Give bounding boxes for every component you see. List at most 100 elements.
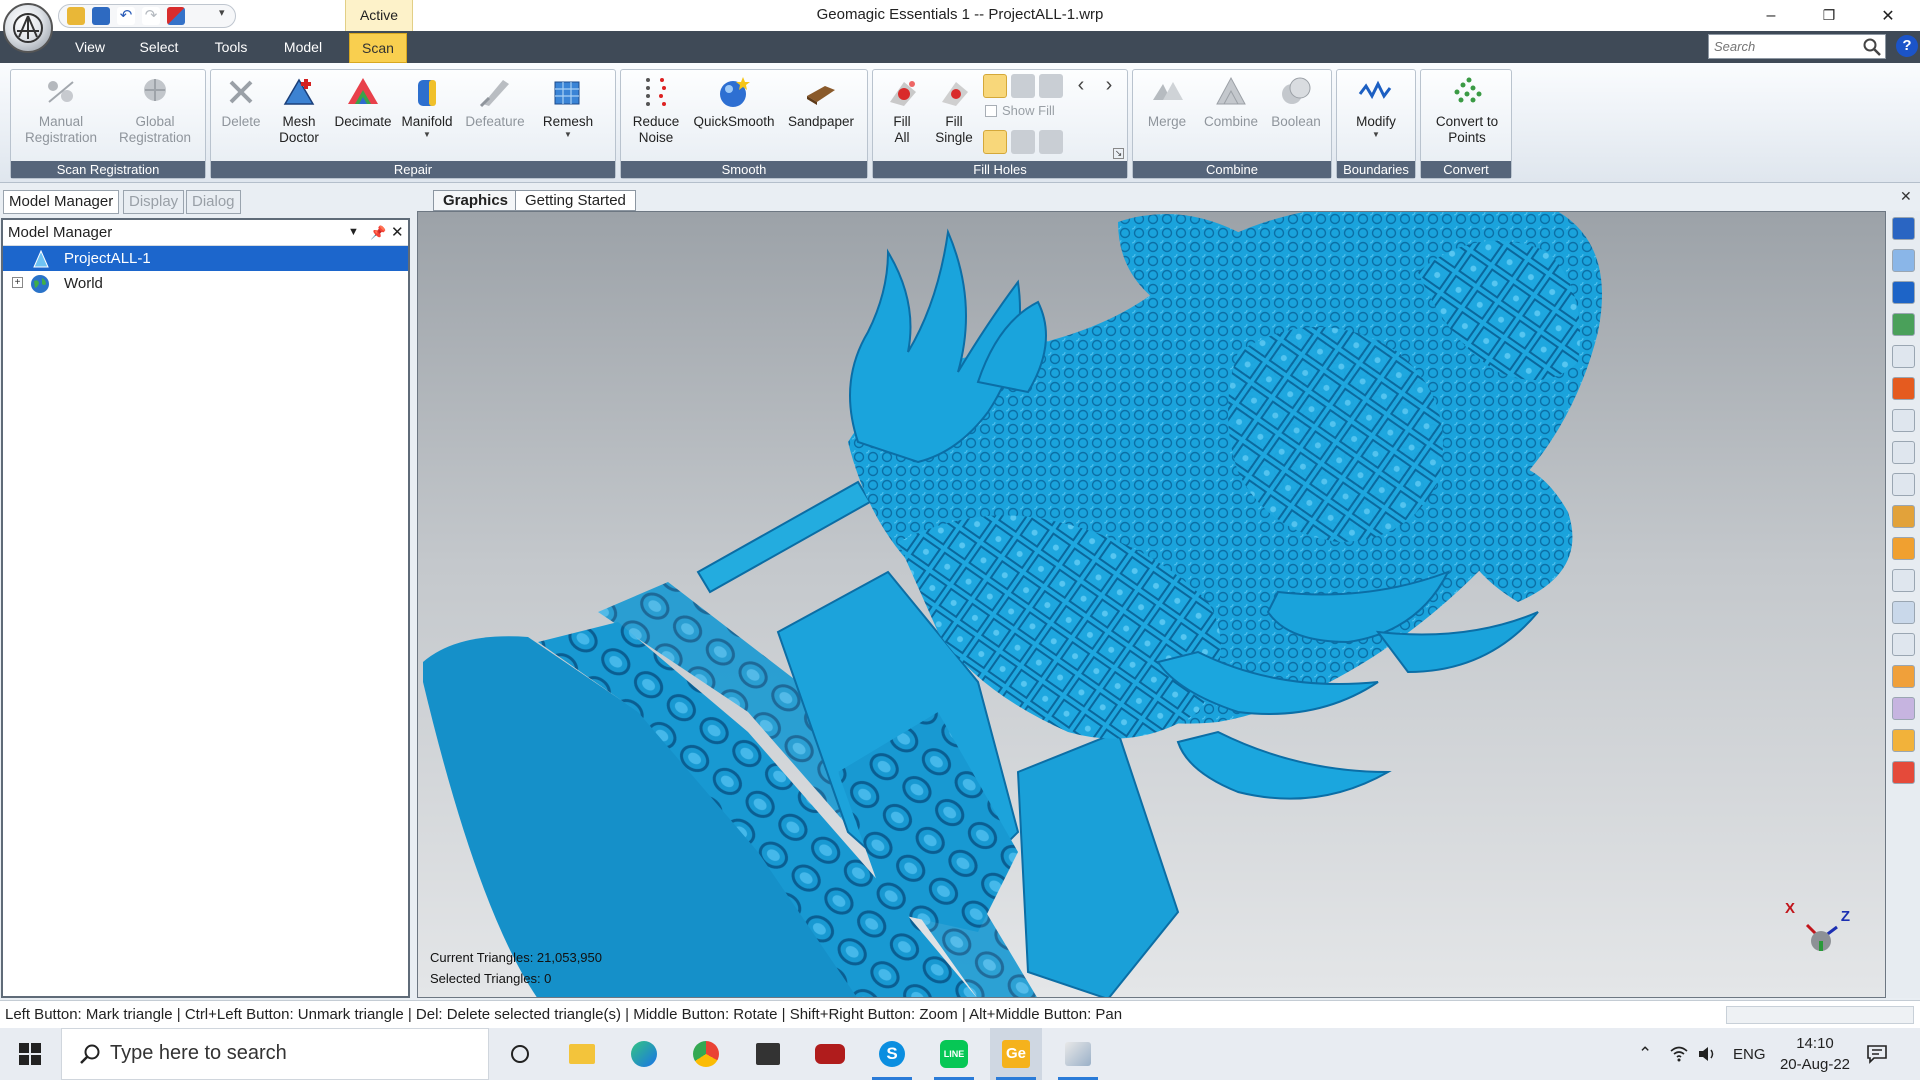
minimize-button[interactable]: – xyxy=(1743,0,1799,31)
rotate-view-icon[interactable] xyxy=(1892,249,1915,272)
select-none-icon[interactable] xyxy=(1892,697,1915,720)
fill-all-button[interactable]: Fill All xyxy=(877,72,927,160)
line-select-icon[interactable] xyxy=(1892,473,1915,496)
taskbar-skype[interactable]: S xyxy=(866,1028,918,1080)
taskbar-geomagic[interactable]: Ge xyxy=(990,1028,1042,1080)
manual-registration-button[interactable]: Manual Registration xyxy=(15,72,107,160)
remesh-dropdown-icon[interactable]: ▼ xyxy=(533,130,603,139)
fill-flat-icon[interactable] xyxy=(1039,74,1063,98)
taskbar-paint-app[interactable] xyxy=(1052,1028,1104,1080)
options-icon[interactable] xyxy=(167,7,185,25)
notifications-button[interactable] xyxy=(1866,1028,1888,1080)
clear-selection-icon[interactable] xyxy=(1892,761,1915,784)
select-by-angle-icon[interactable] xyxy=(1892,633,1915,656)
taskbar-file-explorer[interactable] xyxy=(556,1028,608,1080)
help-icon[interactable]: ? xyxy=(1896,35,1918,57)
menu-view[interactable]: View xyxy=(70,31,110,63)
rectangle-select-icon[interactable] xyxy=(1892,409,1915,432)
merge-button[interactable]: Merge xyxy=(1137,72,1197,160)
invert-selection-icon[interactable] xyxy=(1892,729,1915,752)
previous-hole-icon[interactable]: ‹ xyxy=(1069,74,1093,98)
graphics-viewport[interactable]: Current Triangles: 21,053,950 Selected T… xyxy=(417,211,1886,998)
show-fill-box[interactable] xyxy=(985,105,997,117)
boolean-button[interactable]: Boolean xyxy=(1265,72,1327,160)
reduce-noise-button[interactable]: Reduce Noise xyxy=(625,72,687,160)
pin-icon[interactable]: 📌 xyxy=(370,220,386,245)
modify-button[interactable]: Modify ▼ xyxy=(1341,72,1411,160)
volume-icon[interactable] xyxy=(1697,1028,1717,1080)
app-logo-icon[interactable] xyxy=(3,3,53,53)
scanned-mesh-model[interactable] xyxy=(418,212,1886,998)
decimate-button[interactable]: Decimate xyxy=(331,72,395,160)
close-button[interactable]: ✕ xyxy=(1860,0,1916,31)
fill-internal-icon[interactable] xyxy=(983,130,1007,154)
tab-display[interactable]: Display xyxy=(123,190,185,214)
modify-dropdown-icon[interactable]: ▼ xyxy=(1341,130,1411,139)
start-button[interactable] xyxy=(0,1028,60,1080)
menu-select[interactable]: Select xyxy=(135,31,183,63)
fill-boundary-icon[interactable] xyxy=(1039,130,1063,154)
search-input[interactable] xyxy=(1709,35,1859,57)
fill-complete-icon[interactable] xyxy=(983,74,1007,98)
mesh-doctor-button[interactable]: Mesh Doctor xyxy=(269,72,329,160)
task-view-button[interactable] xyxy=(494,1028,546,1080)
save-icon[interactable] xyxy=(92,7,110,25)
tab-model-manager[interactable]: Model Manager xyxy=(3,190,120,214)
remesh-button[interactable]: Remesh ▼ xyxy=(533,72,603,160)
select-components-icon[interactable] xyxy=(1892,601,1915,624)
menu-model[interactable]: Model xyxy=(278,31,328,63)
visibility-icon[interactable] xyxy=(1892,313,1915,336)
redo-icon[interactable]: ↷ xyxy=(142,7,160,25)
fill-single-button[interactable]: Fill Single xyxy=(929,72,979,160)
context-tab-active[interactable]: Active xyxy=(345,0,413,31)
select-through-icon[interactable] xyxy=(1892,537,1915,560)
taskbar-chrome[interactable] xyxy=(680,1028,732,1080)
next-hole-icon[interactable]: › xyxy=(1097,74,1121,98)
tab-graphics[interactable]: Graphics xyxy=(433,190,519,211)
taskbar-scanner-app[interactable] xyxy=(804,1028,856,1080)
fit-view-icon[interactable] xyxy=(1892,281,1915,304)
tab-getting-started[interactable]: Getting Started xyxy=(515,190,636,211)
network-icon[interactable] xyxy=(1669,1028,1689,1080)
convert-to-points-button[interactable]: Convert to Points xyxy=(1425,72,1509,160)
sandpaper-button[interactable]: Sandpaper xyxy=(781,72,861,160)
show-hidden-icons[interactable]: ⌃ xyxy=(1638,1028,1652,1080)
defeature-button[interactable]: Defeature xyxy=(459,72,531,160)
view-orientation-icon[interactable] xyxy=(1892,217,1915,240)
taskbar-store[interactable] xyxy=(742,1028,794,1080)
zoom-icon[interactable] xyxy=(1892,345,1915,368)
language-indicator[interactable]: ENG xyxy=(1733,1028,1766,1080)
taskbar-clock[interactable]: 14:10 20-Aug-22 xyxy=(1770,1033,1860,1075)
qat-customize-icon[interactable]: ▾ xyxy=(219,6,225,19)
select-visible-icon[interactable] xyxy=(1892,569,1915,592)
fill-holes-dialog-launcher-icon[interactable]: ↘ xyxy=(1113,148,1124,159)
search-field[interactable] xyxy=(1708,34,1886,59)
expand-icon[interactable]: + xyxy=(12,277,23,288)
manifold-button[interactable]: Manifold ▼ xyxy=(397,72,457,160)
fill-tangent-icon[interactable] xyxy=(1011,74,1035,98)
tab-dialog[interactable]: Dialog xyxy=(186,190,241,214)
panel-close-icon[interactable]: ✕ xyxy=(391,220,404,245)
lasso-select-icon[interactable] xyxy=(1892,441,1915,464)
taskbar-line[interactable]: LINE xyxy=(928,1028,980,1080)
restore-button[interactable]: ❐ xyxy=(1801,0,1857,31)
lighting-icon[interactable] xyxy=(1892,377,1915,400)
combine-button[interactable]: Combine xyxy=(1199,72,1263,160)
menu-scan[interactable]: Scan xyxy=(349,33,407,63)
fill-bridge-icon[interactable] xyxy=(1011,130,1035,154)
tree-item-projectall-1[interactable]: ProjectALL-1 xyxy=(3,246,408,271)
paintbrush-select-icon[interactable] xyxy=(1892,505,1915,528)
manifold-dropdown-icon[interactable]: ▼ xyxy=(397,130,457,139)
graphics-close-icon[interactable]: ✕ xyxy=(1900,188,1912,205)
quicksmooth-button[interactable]: QuickSmooth xyxy=(689,72,779,160)
search-icon[interactable] xyxy=(1862,37,1882,57)
panel-menu-icon[interactable]: ▼ xyxy=(348,220,359,245)
taskbar-edge[interactable] xyxy=(618,1028,670,1080)
show-fill-checkbox[interactable]: Show Fill xyxy=(985,103,1055,118)
delete-button[interactable]: Delete xyxy=(215,72,267,160)
menu-tools[interactable]: Tools xyxy=(210,31,252,63)
undo-icon[interactable]: ↶ xyxy=(117,7,135,25)
global-registration-button[interactable]: Global Registration xyxy=(109,72,201,160)
taskbar-search[interactable]: Type here to search xyxy=(61,1028,489,1080)
select-all-icon[interactable] xyxy=(1892,665,1915,688)
